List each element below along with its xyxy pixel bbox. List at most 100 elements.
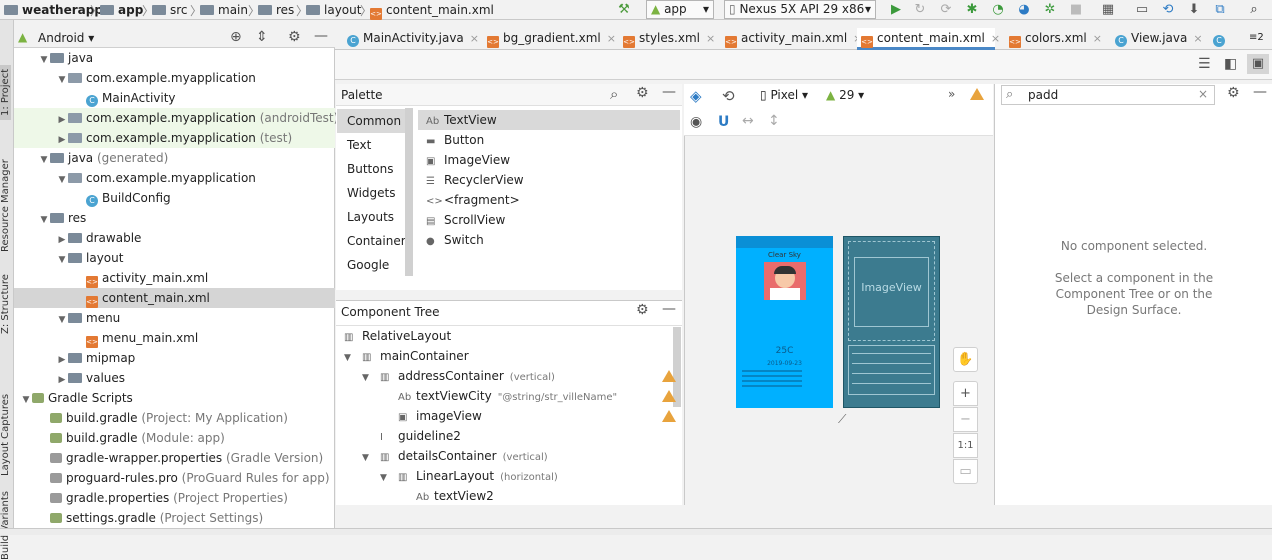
project-tree-item[interactable]: build.gradle (Project: My Application) [14, 408, 335, 428]
breadcrumb-file[interactable]: <> content_main.xml [370, 2, 494, 20]
palette-category[interactable]: Layouts [337, 205, 405, 229]
minimize-icon[interactable]: — [314, 28, 328, 44]
sidebar-tab-resource-manager[interactable]: Resource Manager [0, 159, 11, 252]
collapse-arrow-icon[interactable]: ▶ [56, 350, 68, 370]
zoom-fit-button[interactable]: ▭ [953, 459, 978, 484]
project-tree-item[interactable]: C BuildConfig [14, 188, 335, 208]
tab-colors[interactable]: <> colors.xml × [1005, 28, 1105, 50]
device-select[interactable]: ▯ Nexus 5X API 29 x86 ▾ [724, 0, 876, 19]
component-tree-row[interactable]: Iguideline2 [362, 426, 461, 446]
palette-item[interactable]: ▬ Button [418, 130, 680, 150]
palette-scrollbar[interactable] [405, 108, 413, 276]
tab-view-java[interactable]: C View.java × [1111, 28, 1203, 50]
close-icon[interactable]: × [470, 32, 479, 45]
breadcrumb-main[interactable]: main [200, 2, 248, 18]
palette-category[interactable]: Text [337, 133, 405, 157]
expand-arrow-icon[interactable]: ▼ [38, 150, 50, 170]
close-icon[interactable]: × [607, 32, 616, 45]
close-icon[interactable]: × [1193, 32, 1202, 45]
design-view-icon[interactable]: ▣ [1247, 54, 1269, 74]
palette-category[interactable]: Google [337, 253, 405, 277]
hammer-icon[interactable]: ⚒ [616, 2, 632, 18]
component-tree-row[interactable]: ▼ ▥ mainContainer [344, 346, 469, 366]
project-tree-item[interactable]: C MainActivity [14, 88, 335, 108]
avd-manager-icon[interactable]: ▭ [1134, 2, 1150, 18]
code-view-icon[interactable]: ☰ [1198, 56, 1211, 72]
palette-item[interactable]: ● Switch [418, 230, 680, 250]
blueprint-preview[interactable]: ImageView [843, 236, 940, 408]
vertical-arrows-icon[interactable]: ↕ [768, 113, 780, 129]
expand-arrow-icon[interactable]: ▼ [362, 368, 380, 388]
project-tree-item[interactable]: ▼ com.example.myapplication [14, 168, 335, 188]
project-tree-item[interactable]: ▶ drawable [14, 228, 335, 248]
warning-icon[interactable] [662, 370, 676, 382]
tab-bg-gradient[interactable]: <> bg_gradient.xml × [483, 28, 616, 50]
stop-icon[interactable]: ■ [1068, 2, 1084, 18]
split-view-icon[interactable]: ◧ [1224, 56, 1237, 72]
gear-icon[interactable]: ⚙ [636, 85, 649, 101]
sdk-manager-icon[interactable]: ⬇ [1186, 2, 1202, 18]
expand-arrow-icon[interactable]: ▼ [56, 170, 68, 190]
project-tree-item[interactable]: ▼ java [14, 48, 335, 68]
gear-icon[interactable]: ⚙ [1227, 85, 1240, 101]
breadcrumb-layout[interactable]: layout [306, 2, 361, 18]
horizontal-arrows-icon[interactable]: ↔ [742, 113, 754, 129]
tab-content-main[interactable]: <> content_main.xml × [857, 28, 1000, 50]
palette-category[interactable]: Container [337, 229, 406, 253]
component-tree-row[interactable]: ▣ imageView [380, 406, 482, 426]
project-tree-item[interactable]: build.gradle (Module: app) [14, 428, 335, 448]
component-tree-row[interactable]: ▼ ▥ LinearLayout (horizontal) [380, 466, 558, 486]
expand-arrow-icon[interactable]: ▼ [38, 50, 50, 70]
warning-icon[interactable] [662, 410, 676, 422]
breadcrumb-project[interactable]: weatherapp [4, 2, 103, 18]
warning-icon[interactable] [662, 390, 676, 402]
warning-icon[interactable] [970, 88, 984, 100]
project-structure-icon[interactable]: ▦ [1100, 2, 1116, 18]
tab-overflow-partial[interactable]: C [1209, 28, 1239, 50]
project-tree-item[interactable]: gradle.properties (Project Properties) [14, 488, 335, 508]
expand-arrow-icon[interactable]: ▼ [56, 310, 68, 330]
run-config-select[interactable]: ▲ app ▾ [646, 0, 714, 19]
tab-list-button[interactable]: ≡2 [1245, 28, 1272, 50]
coverage-icon[interactable]: ✲ [1042, 2, 1058, 18]
palette-item[interactable]: ☰ RecyclerView [418, 170, 680, 190]
project-tree-item[interactable]: ▶ com.example.myapplication (test) [14, 128, 335, 148]
project-tree-item[interactable]: ▼ menu [14, 308, 335, 328]
resize-handle-icon[interactable]: ⟋ [838, 412, 846, 427]
project-tree-item[interactable]: <> menu_main.xml [14, 328, 335, 348]
project-tree-item[interactable]: ▼ Gradle Scripts [14, 388, 335, 408]
palette-category[interactable]: Buttons [337, 157, 405, 181]
palette-item[interactable]: ▤ ScrollView [418, 210, 680, 230]
attach-debugger-icon[interactable]: ◕ [1016, 2, 1032, 18]
palette-category[interactable]: Widgets [337, 181, 405, 205]
palette-item[interactable]: Ab TextView [418, 110, 680, 130]
project-tree-item[interactable]: ▶ mipmap [14, 348, 335, 368]
device-pixel-select[interactable]: ▯ Pixel ▾ [760, 88, 808, 102]
project-view-select[interactable]: Android ▾ [38, 31, 94, 45]
collapse-arrow-icon[interactable]: ▶ [56, 230, 68, 250]
expand-arrow-icon[interactable]: ▼ [362, 448, 380, 468]
project-tree-item[interactable]: proguard-rules.pro (ProGuard Rules for a… [14, 468, 335, 488]
project-tree-item[interactable]: ▼ layout [14, 248, 335, 268]
expand-arrow-icon[interactable]: ▼ [38, 210, 50, 230]
palette-item[interactable]: <><fragment> [418, 190, 680, 210]
breadcrumb-module[interactable]: app [100, 2, 143, 18]
locate-icon[interactable]: ⊕ [230, 29, 242, 45]
orientation-icon[interactable]: ⟲ [722, 87, 735, 105]
project-tree-item[interactable]: gradle-wrapper.properties (Gradle Versio… [14, 448, 335, 468]
eye-icon[interactable]: ◉ [690, 114, 702, 130]
attribute-search-field[interactable]: ⌕ padd × [1001, 85, 1215, 105]
project-tree-item[interactable]: settings.gradle (Project Settings) [14, 508, 335, 528]
expand-arrow-icon[interactable]: ▼ [380, 468, 398, 488]
layers-icon[interactable]: ◈ [690, 87, 702, 105]
clear-icon[interactable]: × [1198, 87, 1208, 101]
collapse-arrow-icon[interactable]: ▶ [56, 110, 68, 130]
debug-icon[interactable]: ✱ [964, 2, 980, 18]
zoom-out-button[interactable]: − [953, 407, 978, 432]
expand-arrow-icon[interactable]: ▼ [344, 348, 362, 368]
close-icon[interactable]: × [706, 32, 715, 45]
sidebar-tab-build-variants[interactable]: Build Variants [0, 491, 11, 560]
minimize-icon[interactable]: — [1253, 84, 1267, 100]
collapse-all-icon[interactable]: ⇕ [256, 29, 268, 45]
tab-styles[interactable]: <> styles.xml × [619, 28, 715, 50]
